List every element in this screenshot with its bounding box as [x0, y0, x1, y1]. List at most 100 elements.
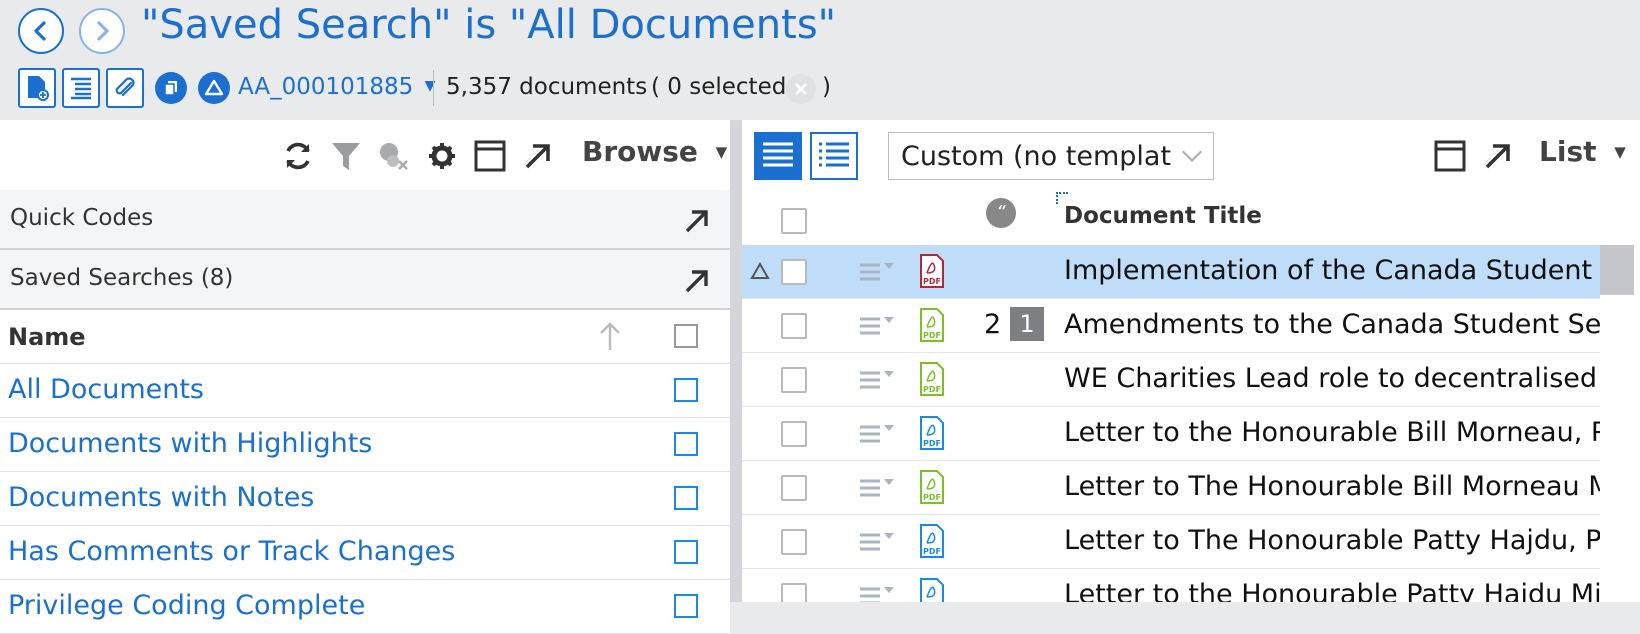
row-menu-icon[interactable] — [858, 421, 898, 447]
filter-button[interactable] — [328, 138, 364, 174]
popout-button[interactable] — [520, 138, 556, 174]
svg-text:PDF: PDF — [923, 277, 941, 286]
workspace-button[interactable] — [198, 72, 230, 104]
list-mode-dropdown[interactable]: List ▼ — [1539, 135, 1626, 168]
list-item[interactable]: Privilege Coding Complete — [0, 580, 730, 634]
details-icon[interactable] — [674, 486, 698, 510]
pdf-icon: PDF — [920, 308, 944, 342]
row-menu-icon[interactable] — [858, 529, 898, 555]
saved-search-link[interactable]: Privilege Coding Complete — [8, 590, 365, 621]
maximize-pane-button[interactable] — [472, 138, 508, 174]
table-row[interactable]: PDF 2 1 Amendments to the Canada Student… — [742, 299, 1600, 353]
template-select[interactable]: Custom (no template — [888, 132, 1214, 180]
close-icon — [795, 83, 807, 95]
details-icon[interactable] — [674, 540, 698, 564]
forward-button[interactable] — [79, 8, 125, 54]
row-checkbox[interactable] — [781, 475, 807, 501]
row-checkbox[interactable] — [781, 583, 807, 602]
document-title[interactable]: Implementation of the Canada Student Ser… — [1064, 255, 1600, 286]
document-title[interactable]: Letter to The Honourable Patty Hajdu, P.… — [1064, 525, 1600, 556]
popout-arrow-icon — [1485, 144, 1510, 169]
saved-search-link[interactable]: Has Comments or Track Changes — [8, 536, 455, 567]
vertical-scrollbar[interactable] — [1600, 245, 1640, 602]
row-menu-icon[interactable] — [858, 583, 898, 602]
name-column-header[interactable]: Name — [0, 310, 730, 364]
table-row[interactable]: PDF Letter to The Honourable Bill Mornea… — [742, 461, 1600, 515]
row-checkbox[interactable] — [781, 313, 807, 339]
list-item[interactable]: Has Comments or Track Changes — [0, 526, 730, 580]
chevron-down-icon — [1182, 142, 1202, 162]
section-label: Quick Codes — [10, 205, 154, 231]
sort-ascending-icon[interactable] — [598, 320, 622, 352]
pdf-icon: PDF — [920, 254, 944, 288]
clear-selection-button[interactable] — [786, 74, 816, 104]
back-button[interactable] — [18, 8, 64, 54]
template-value: Custom (no template — [901, 141, 1171, 172]
scrollbar-thumb[interactable] — [1600, 245, 1634, 295]
details-icon[interactable] — [674, 594, 698, 618]
filter-icon — [332, 143, 360, 170]
table-row[interactable]: PDF WE Charities Lead role to decentrali… — [742, 353, 1600, 407]
document-title[interactable]: WE Charities Lead role to decentralised … — [1064, 363, 1600, 394]
popout-arrow-icon[interactable] — [684, 208, 710, 234]
status-badge: 1 — [1010, 307, 1044, 341]
saved-search-link[interactable]: Documents with Highlights — [8, 428, 372, 459]
select-all-checkbox[interactable] — [781, 208, 807, 234]
list-mode-label: List — [1539, 135, 1597, 168]
list-item[interactable]: All Documents — [0, 364, 730, 418]
document-title[interactable]: Letter to the Honourable Bill Morneau, P… — [1064, 417, 1600, 448]
document-title[interactable]: Amendments to the Canada Student Service… — [1064, 309, 1600, 340]
popout-button[interactable] — [1480, 138, 1516, 174]
list-lines-icon — [763, 142, 793, 167]
row-menu-icon[interactable] — [858, 367, 898, 393]
saved-search-link[interactable]: All Documents — [8, 374, 204, 405]
browse-mode-label: Browse — [582, 135, 698, 168]
settings-button[interactable] — [424, 138, 460, 174]
quote-icon: “ — [986, 198, 1016, 228]
popout-arrow-icon — [525, 144, 550, 169]
popout-arrow-icon[interactable] — [684, 268, 710, 294]
chevron-left-icon — [34, 21, 46, 41]
maximize-pane-button[interactable] — [1432, 138, 1468, 174]
svg-text:PDF: PDF — [923, 547, 941, 556]
pdf-icon: PDF — [920, 578, 944, 602]
pdf-icon: PDF — [920, 524, 944, 558]
list-item[interactable]: Documents with Notes — [0, 472, 730, 526]
text-view-button[interactable] — [62, 68, 100, 108]
details-icon[interactable] — [674, 432, 698, 456]
document-add-icon — [28, 76, 49, 101]
document-title-header[interactable]: Document Title — [1064, 203, 1262, 229]
bulleted-view-button[interactable] — [810, 132, 858, 180]
details-icon[interactable] — [674, 378, 698, 402]
attachments-button[interactable] — [106, 68, 144, 108]
new-document-button[interactable] — [18, 68, 56, 108]
browse-mode-dropdown[interactable]: Browse ▼ — [582, 135, 727, 168]
table-row[interactable]: PDF Implementation of the Canada Student… — [742, 245, 1600, 299]
workspace-dropdown[interactable]: AA_000101885 ▼ — [238, 74, 435, 100]
document-title[interactable]: Letter to the Honourable Patty Hajdu Min… — [1064, 579, 1600, 602]
saved-search-link[interactable]: Documents with Notes — [8, 482, 314, 513]
row-checkbox[interactable] — [781, 367, 807, 393]
table-row[interactable]: PDF Letter to the Honourable Bill Mornea… — [742, 407, 1600, 461]
triangle-icon — [204, 79, 224, 96]
row-menu-icon[interactable] — [858, 313, 898, 339]
row-checkbox[interactable] — [781, 421, 807, 447]
row-menu-icon[interactable] — [858, 259, 898, 285]
refresh-button[interactable] — [280, 138, 316, 174]
pane-splitter[interactable] — [730, 120, 742, 602]
document-title[interactable]: Letter to The Honourable Bill Morneau Mi… — [1064, 471, 1600, 502]
row-checkbox[interactable] — [781, 259, 807, 285]
list-view-button[interactable] — [754, 132, 802, 180]
table-row[interactable]: PDF Letter to The Honourable Patty Hajdu… — [742, 515, 1600, 569]
window-icon — [474, 140, 506, 172]
list-item[interactable]: Documents with Highlights — [0, 418, 730, 472]
table-row[interactable]: PDF Letter to the Honourable Patty Hajdu… — [742, 569, 1600, 602]
section-quick-codes[interactable]: Quick Codes — [0, 190, 730, 250]
row-checkbox[interactable] — [781, 529, 807, 555]
row-menu-icon[interactable] — [858, 475, 898, 501]
clear-filter-button[interactable] — [376, 138, 412, 174]
section-saved-searches[interactable]: Saved Searches (8) — [0, 250, 730, 310]
copy-button[interactable] — [155, 72, 187, 104]
pdf-icon: PDF — [920, 362, 944, 396]
clear-filter-icon — [380, 143, 408, 170]
